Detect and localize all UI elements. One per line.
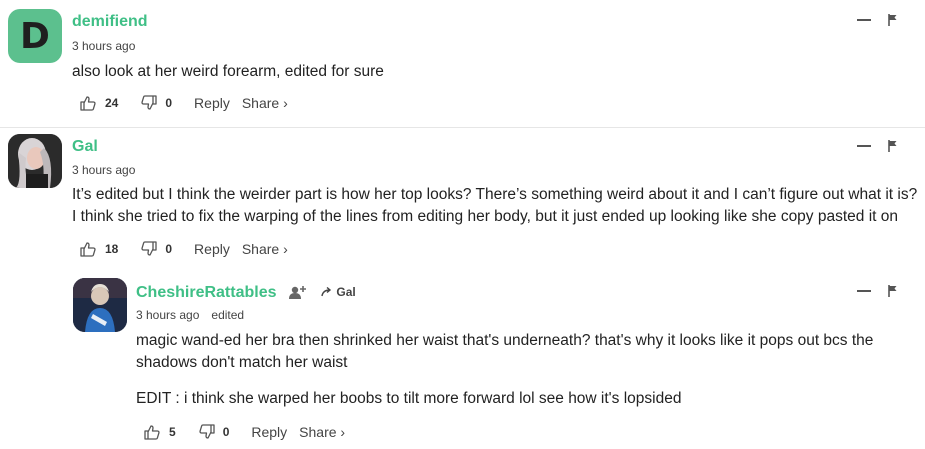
comment-paragraph: also look at her weird forearm, edited f…	[72, 63, 384, 80]
reply-button[interactable]: Reply	[251, 424, 287, 440]
comment-controls	[857, 285, 898, 297]
comment-gal: Gal 3 hours ago It’s edited but I think …	[0, 128, 925, 268]
flag-icon[interactable]	[888, 14, 898, 26]
username-text[interactable]: CheshireRattables	[136, 284, 277, 301]
thumbs-up-icon	[80, 242, 96, 257]
timestamp: 3 hours ago	[72, 39, 135, 53]
reply-arrow-icon	[321, 287, 332, 297]
reply-to-name: Gal	[336, 285, 356, 299]
follow-user-icon[interactable]	[288, 285, 307, 300]
comment-actions: 24 0 Reply Share ›	[80, 93, 300, 113]
thumbs-down-icon	[199, 424, 215, 439]
username: CheshireRattables Gal	[136, 284, 356, 302]
dislike-button[interactable]: 0	[140, 95, 172, 111]
timestamp-text: 3 hours ago	[72, 39, 136, 53]
reply-button[interactable]: Reply	[194, 95, 230, 111]
comment-text: magic wand-ed her bra then shrinked her …	[136, 330, 896, 410]
collapse-icon[interactable]	[857, 19, 871, 21]
flag-icon[interactable]	[888, 285, 898, 297]
thumbs-down-icon	[141, 95, 158, 110]
comment-actions: 18 0 Reply Share ›	[80, 239, 300, 259]
dislike-count: 0	[165, 96, 173, 110]
share-button[interactable]: Share ›	[299, 424, 345, 440]
avatar-photo	[8, 134, 62, 188]
flag-icon[interactable]	[888, 140, 898, 152]
like-button[interactable]: 24	[80, 95, 118, 111]
avatar[interactable]	[8, 134, 62, 188]
comment-paragraph: It’s edited but I think the weirder part…	[72, 186, 918, 225]
thumbs-down-icon	[141, 241, 158, 256]
like-count: 5	[169, 425, 176, 439]
comment-paragraph: magic wand-ed her bra then shrinked her …	[136, 332, 874, 371]
dislike-button[interactable]: 0	[140, 241, 172, 257]
thumbs-up-icon	[144, 425, 160, 440]
avatar[interactable]	[73, 278, 127, 332]
avatar[interactable]: D	[8, 9, 62, 63]
timestamp: 3 hours ago edited	[136, 308, 244, 322]
like-count: 18	[105, 242, 119, 256]
collapse-icon[interactable]	[857, 290, 871, 292]
comment-controls	[857, 140, 898, 152]
comment-cheshirerattables: CheshireRattables Gal 3 hours ago edited …	[0, 270, 925, 449]
avatar-photo	[73, 278, 127, 332]
comment-text: It’s edited but I think the weirder part…	[72, 184, 918, 228]
like-button[interactable]: 18	[80, 241, 118, 257]
username[interactable]: demifiend	[72, 13, 148, 31]
share-button[interactable]: Share ›	[242, 95, 288, 111]
comment-paragraph: EDIT : i think she warped her boobs to t…	[136, 390, 682, 407]
username[interactable]: Gal	[72, 138, 98, 156]
like-button[interactable]: 5	[144, 424, 176, 440]
dislike-count: 0	[165, 242, 173, 256]
reply-button[interactable]: Reply	[194, 241, 230, 257]
thumbs-up-icon	[80, 96, 96, 111]
dislike-button[interactable]: 0	[198, 424, 230, 440]
edited-label: edited	[211, 308, 245, 322]
collapse-icon[interactable]	[857, 145, 871, 147]
avatar-letter: D	[20, 15, 50, 57]
like-count: 24	[105, 96, 119, 110]
comment-demifiend: D demifiend 3 hours ago also look at her…	[0, 0, 925, 125]
comment-text: also look at her weird forearm, edited f…	[72, 61, 912, 83]
share-button[interactable]: Share ›	[242, 241, 288, 257]
dislike-count: 0	[222, 425, 230, 439]
comment-actions: 5 0 Reply Share ›	[144, 422, 357, 442]
timestamp-text: 3 hours ago	[72, 163, 136, 177]
reply-to[interactable]: Gal	[321, 285, 356, 299]
comment-controls	[857, 14, 898, 26]
timestamp: 3 hours ago	[72, 163, 135, 177]
timestamp-text: 3 hours ago	[136, 308, 200, 322]
